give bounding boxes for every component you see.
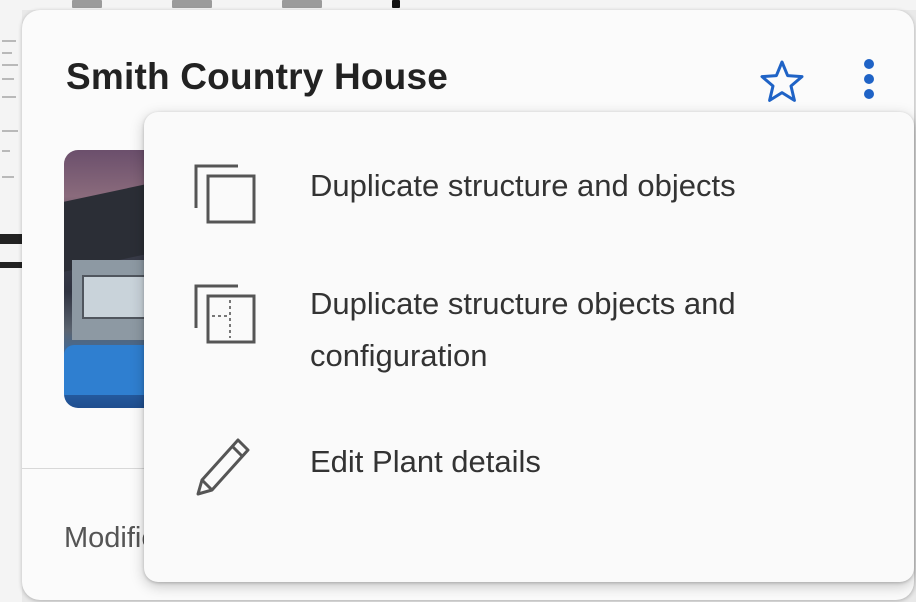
menu-item-duplicate-configuration[interactable]: Duplicate structure objects and configur…: [144, 278, 914, 388]
star-outline-icon: [760, 60, 804, 102]
menu-item-edit-plant-details[interactable]: Edit Plant details: [144, 430, 914, 500]
more-options-button[interactable]: [854, 56, 884, 106]
more-vert-icon: [864, 59, 874, 99]
menu-item-label: Edit Plant details: [310, 444, 541, 479]
menu-item-label-line1: Duplicate structure objects and: [310, 286, 736, 321]
duplicate-config-icon: [194, 284, 256, 344]
modified-label: Modified: [64, 522, 148, 554]
menu-item-label: Duplicate structure and objects: [310, 168, 736, 203]
context-menu: Duplicate structure and objects Duplicat…: [144, 112, 914, 582]
card-title: Smith Country House: [66, 56, 449, 97]
pencil-icon: [196, 438, 250, 496]
background-app-sidebar: [0, 0, 22, 602]
background-app-header: [22, 0, 916, 10]
duplicate-icon: [194, 164, 256, 224]
menu-item-duplicate-structure[interactable]: Duplicate structure and objects: [144, 160, 914, 240]
favorite-button[interactable]: [758, 58, 806, 106]
menu-item-label-line2: configuration: [310, 338, 488, 373]
